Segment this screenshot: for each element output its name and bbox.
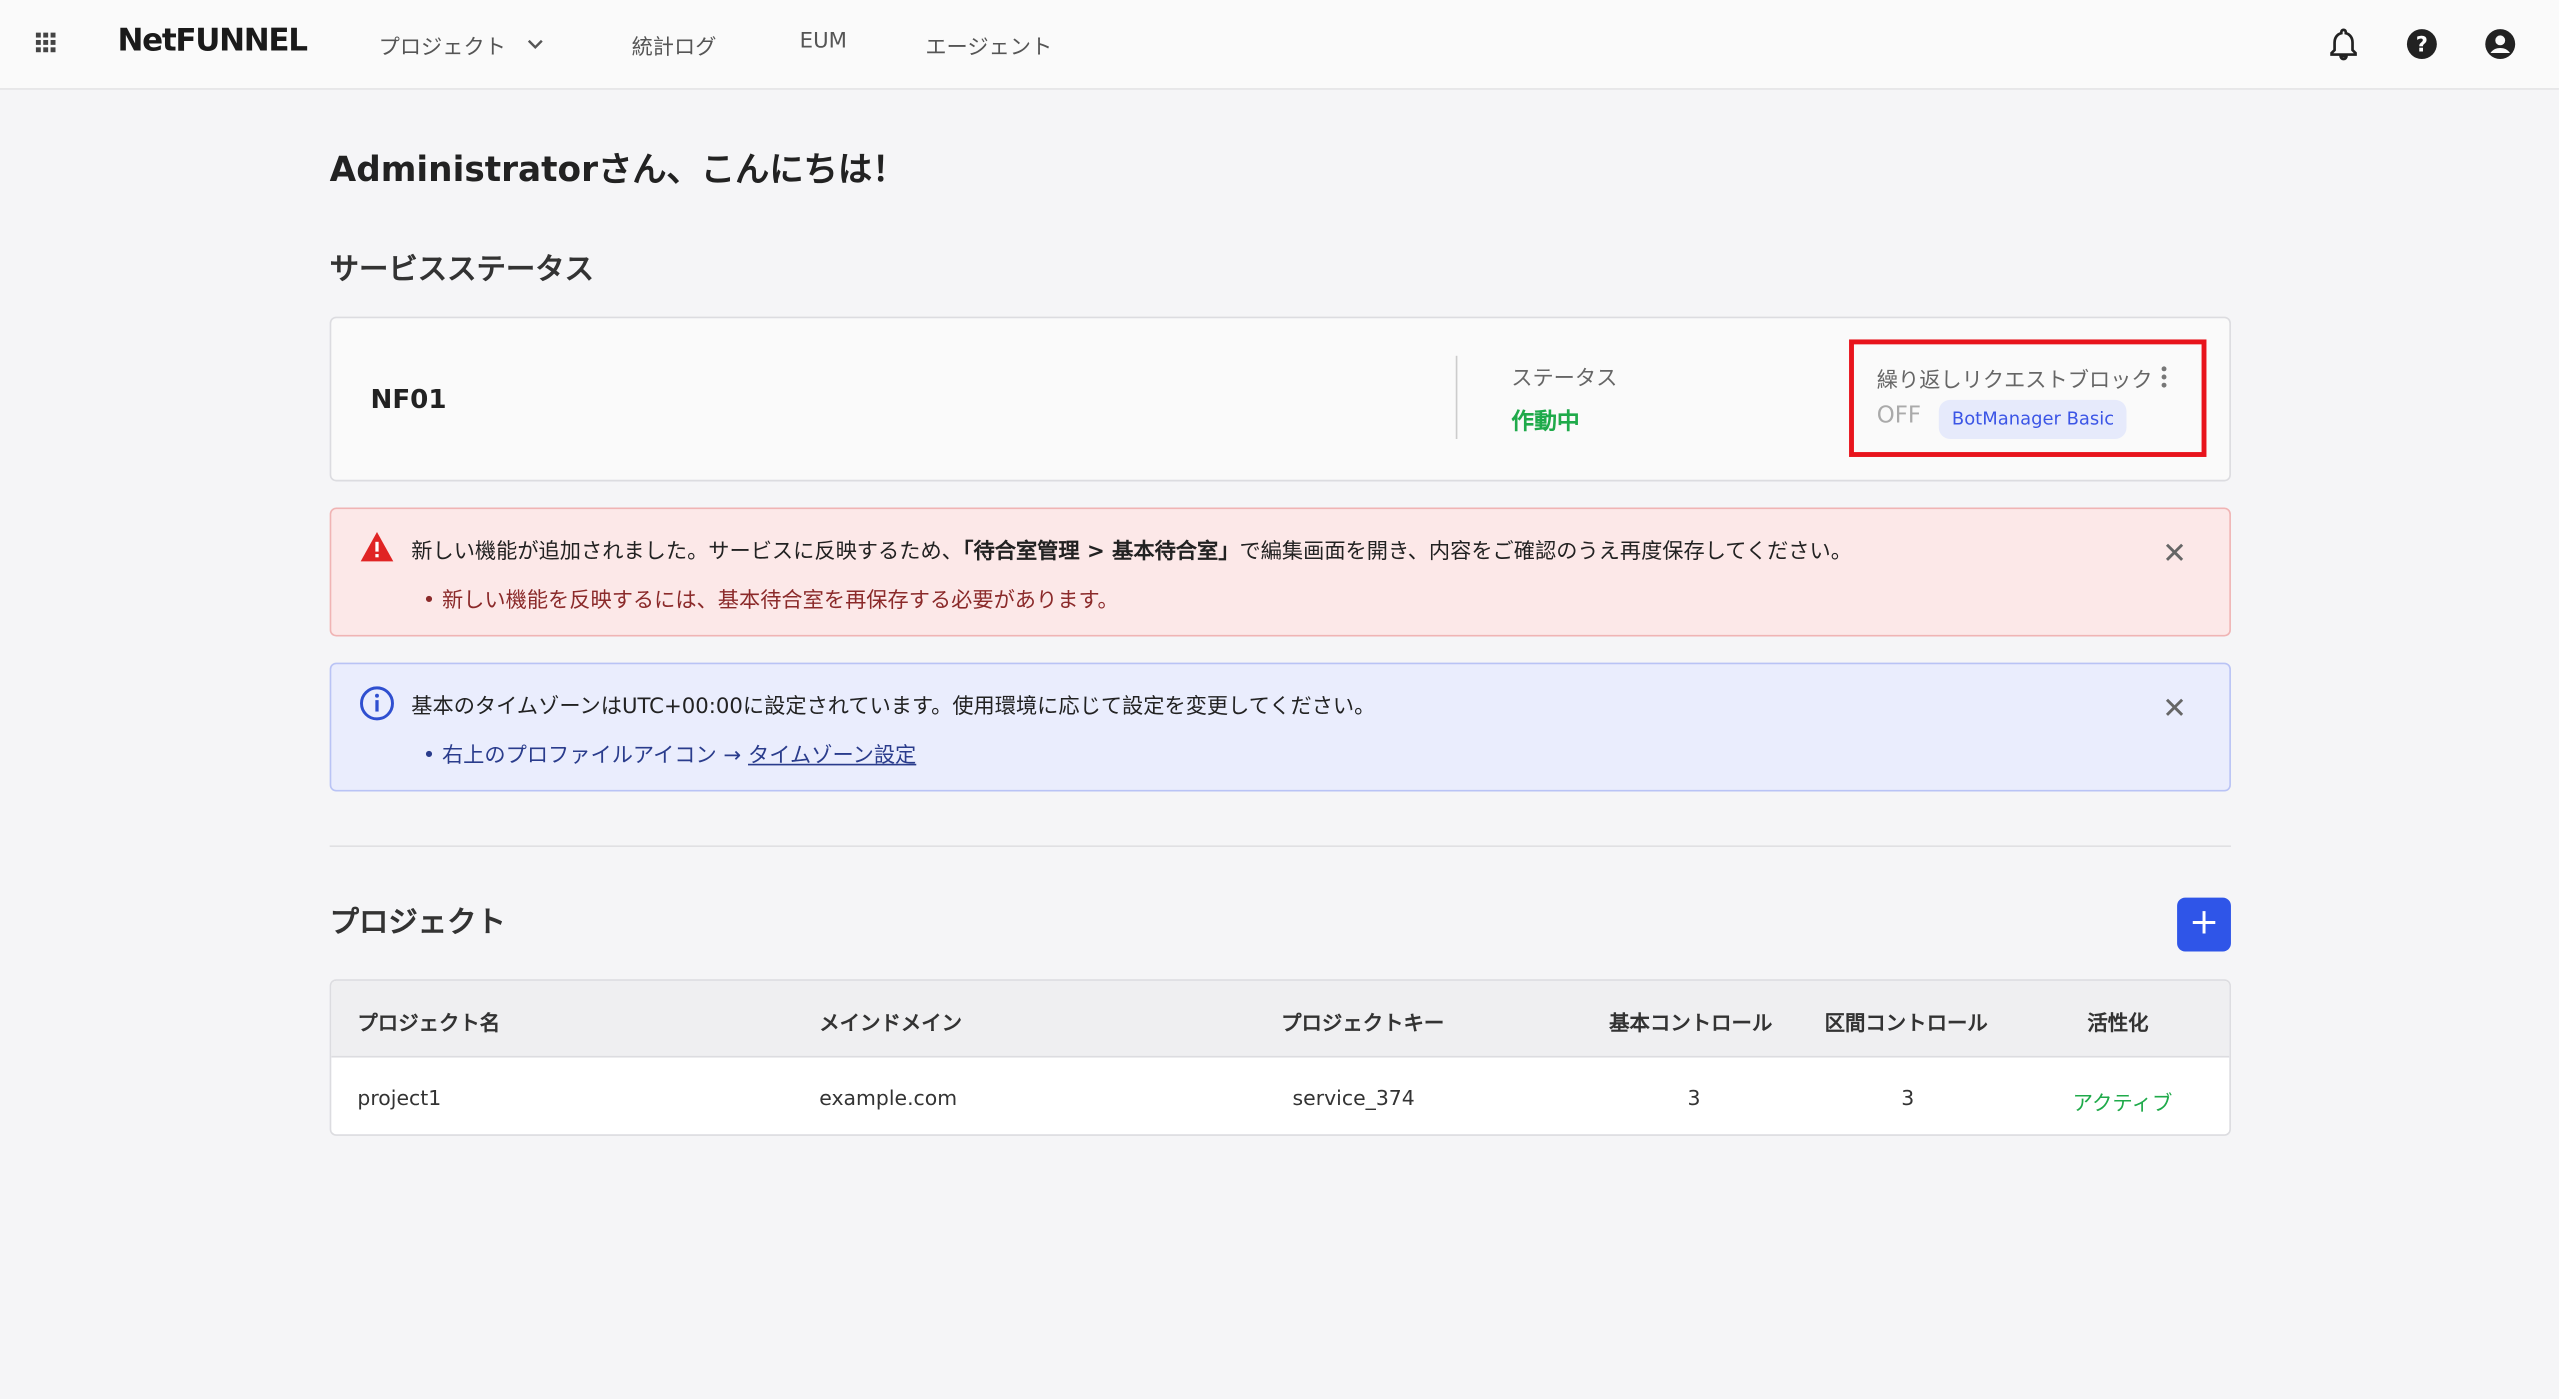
- close-info-icon[interactable]: ✕: [2162, 692, 2187, 726]
- more-vertical-icon[interactable]: [2156, 364, 2172, 390]
- chevron-down-icon[interactable]: [526, 34, 546, 54]
- info-banner: 基本のタイムゾーンはUTC+00:00に設定されています。使用環境に応じて設定を…: [330, 663, 2231, 792]
- projects-table: プロジェクト名 メインドメイン プロジェクトキー 基本コントロール 区間コントロ…: [330, 979, 2231, 1136]
- block-label: 繰り返しリクエストブロック: [1877, 362, 2153, 393]
- col-segment-control: 区間コントロール: [1825, 1005, 1988, 1036]
- botmanager-badge: BotManager Basic: [1939, 400, 2127, 439]
- nav-eum[interactable]: EUM: [800, 29, 847, 53]
- svg-text:?: ?: [2416, 33, 2428, 57]
- projects-title: プロジェクト: [330, 899, 506, 941]
- info-icon: [359, 685, 395, 721]
- close-alert-icon[interactable]: ✕: [2162, 537, 2187, 571]
- col-main-domain: メインドメイン: [819, 1005, 962, 1036]
- cell-main-domain: example.com: [819, 1085, 957, 1109]
- table-header: プロジェクト名 メインドメイン プロジェクトキー 基本コントロール 区間コントロ…: [331, 981, 2229, 1058]
- col-active: 活性化: [2087, 1005, 2148, 1036]
- nav-projects[interactable]: プロジェクト: [379, 29, 506, 60]
- col-project-name: プロジェクト名: [357, 1005, 500, 1036]
- timezone-settings-link[interactable]: タイムゾーン設定: [748, 744, 916, 768]
- add-project-button[interactable]: +: [2177, 898, 2231, 952]
- help-icon[interactable]: ?: [2404, 26, 2440, 62]
- nav-stats-log[interactable]: 統計ログ: [632, 29, 717, 60]
- info-message: 基本のタイムゾーンはUTC+00:00に設定されています。使用環境に応じて設定を…: [411, 689, 1375, 720]
- alert-message: 新しい機能が追加されました。サービスに反映するため、「待合室管理 > 基本待合室…: [411, 534, 1852, 565]
- col-basic-control: 基本コントロール: [1609, 1005, 1772, 1036]
- warning-icon: [359, 530, 395, 563]
- greeting: Administratorさん、こんにちは！: [330, 144, 907, 193]
- top-nav: NetFUNNEL プロジェクト 統計ログ EUM エージェント ?: [0, 0, 2559, 90]
- col-project-key: プロジェクトキー: [1281, 1005, 1444, 1036]
- status-label: ステータス: [1511, 361, 1617, 392]
- account-icon[interactable]: [2482, 26, 2518, 62]
- logo[interactable]: NetFUNNEL: [118, 23, 307, 59]
- section-divider: [330, 845, 2231, 847]
- info-bullet: • 右上のプロファイルアイコン → タイムゾーン設定: [423, 738, 917, 769]
- cell-active-status: アクティブ: [2073, 1085, 2173, 1116]
- alert-bullet: • 新しい機能を反映するには、基本待合室を再保存する必要があります。: [423, 583, 1119, 614]
- nav-agent[interactable]: エージェント: [925, 29, 1052, 60]
- table-row[interactable]: project1 example.com service_374 3 3 アクテ…: [331, 1058, 2229, 1136]
- cell-project-name[interactable]: project1: [357, 1085, 441, 1109]
- service-name: NF01: [370, 384, 446, 415]
- cell-basic-control: 3: [1687, 1085, 1700, 1109]
- cell-project-key: service_374: [1293, 1085, 1415, 1109]
- highlight-box: [1849, 339, 2206, 457]
- service-card: NF01 ステータス 作動中 繰り返しリクエストブロック OFF BotMana…: [330, 317, 2231, 482]
- cell-segment-control: 3: [1901, 1085, 1914, 1109]
- app-grid-icon[interactable]: [33, 29, 59, 55]
- divider: [1456, 356, 1458, 439]
- bell-icon[interactable]: [2326, 26, 2362, 62]
- service-status-title: サービスステータス: [330, 246, 594, 288]
- alert-banner: 新しい機能が追加されました。サービスに反映するため、「待合室管理 > 基本待合室…: [330, 508, 2231, 637]
- block-value: OFF: [1877, 403, 1921, 429]
- status-value: 作動中: [1511, 405, 1580, 438]
